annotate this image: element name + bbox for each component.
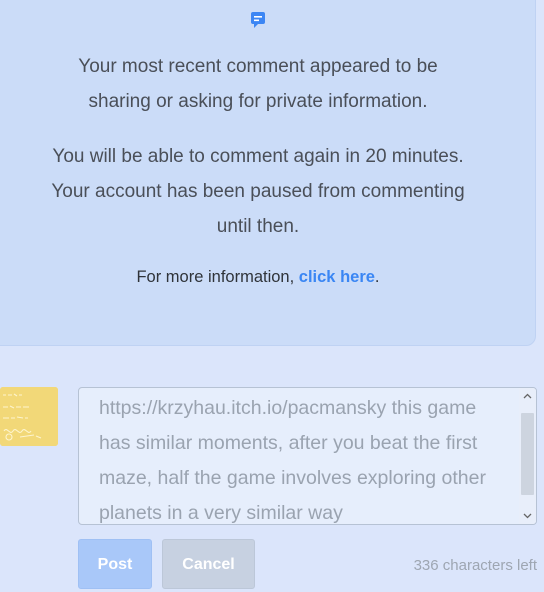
comment-text[interactable]: https://krzyhau.itch.io/pacmansky this g… — [79, 388, 518, 524]
cancel-button[interactable]: Cancel — [162, 539, 255, 589]
more-info-prefix: For more information, — [136, 268, 299, 286]
private-info-notice: Your most recent comment appeared to be … — [0, 0, 536, 346]
comment-icon — [250, 11, 266, 29]
characters-left-counter: 336 characters left — [413, 557, 537, 574]
comment-textarea[interactable]: https://krzyhau.itch.io/pacmansky this g… — [78, 387, 537, 525]
scroll-down-icon[interactable] — [519, 507, 536, 524]
notice-message: Your most recent comment appeared to be … — [78, 56, 438, 112]
click-here-link[interactable]: click here — [299, 268, 375, 286]
more-info-suffix: . — [374, 268, 380, 286]
scrollbar-thumb[interactable] — [521, 413, 534, 495]
post-button[interactable]: Post — [78, 539, 152, 589]
user-avatar[interactable] — [0, 387, 58, 446]
pause-message: You will be able to comment again in 20 … — [51, 146, 465, 237]
more-info-text: For more information, click here. — [0, 268, 525, 287]
textarea-scrollbar[interactable] — [519, 388, 536, 524]
scroll-up-icon[interactable] — [519, 388, 536, 405]
